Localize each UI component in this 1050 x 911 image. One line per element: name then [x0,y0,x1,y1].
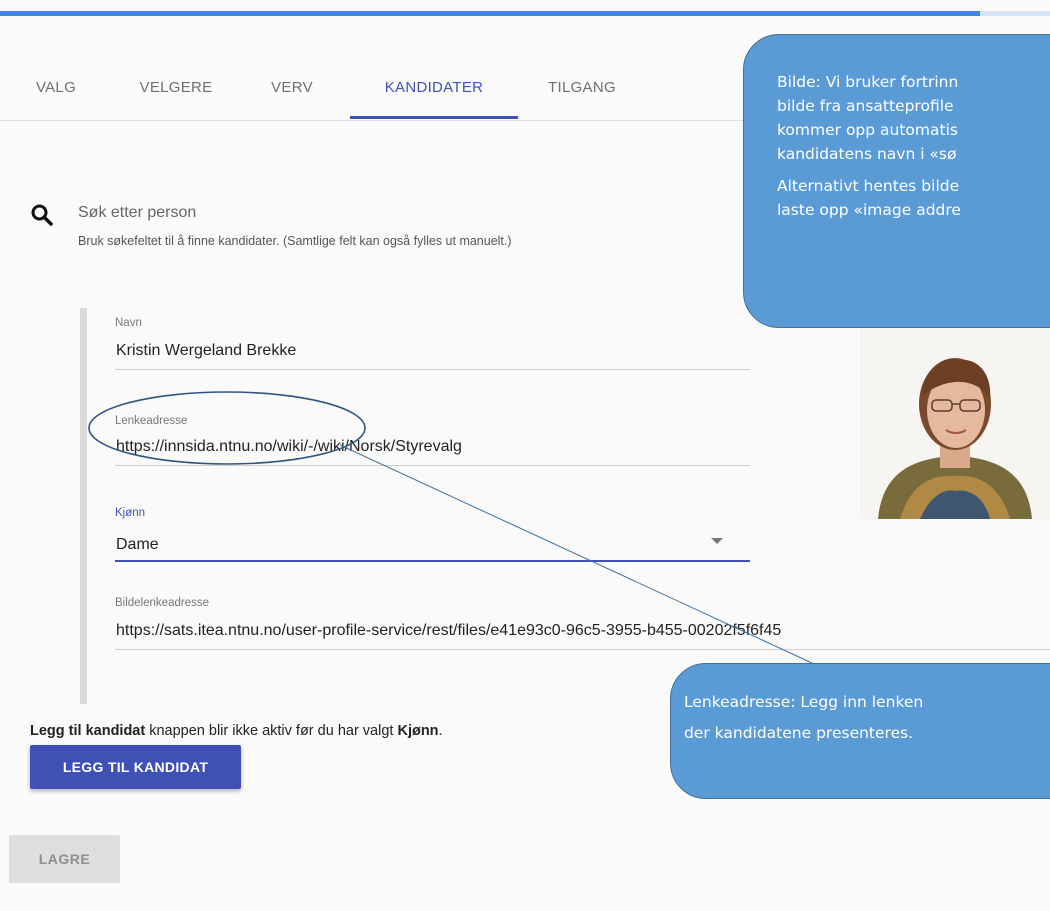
search-input[interactable] [78,200,728,226]
tab-verv[interactable]: VERV [240,66,344,120]
bilde-underline [115,649,1050,650]
info-bold-kjonn: Kjønn [397,723,439,739]
info-period: . [438,723,443,739]
progress-fill [0,11,980,16]
callout-photo-tip: Bilde: Vi bruker fortrinn bilde fra ansa… [743,34,1050,328]
form-divider [80,308,87,704]
callout-top-line-2: bilde fra ansatteprofile [777,97,954,115]
info-middle: knappen blir ikke aktiv før du har valgt [145,723,398,739]
kjonn-label: Kjønn [115,507,146,519]
active-tab-indicator [350,116,518,119]
lenke-field[interactable]: https://innsida.ntnu.no/wiki/-/wiki/Nors… [116,438,462,456]
tab-valg[interactable]: VALG [0,66,112,120]
search-icon[interactable] [30,203,54,227]
tab-tilgang[interactable]: TILGANG [518,66,646,120]
bilde-label: Bildelenkeadresse [115,597,209,609]
add-candidate-button[interactable]: LEGG TIL KANDIDAT [30,745,241,789]
bilde-field[interactable]: https://sats.itea.ntnu.no/user-profile-s… [116,622,781,640]
callout-top-line-1: Bilde: Vi bruker fortrinn [777,73,959,91]
lenke-label: Lenkeadresse [115,415,188,427]
navn-label: Navn [115,317,142,329]
callout-top-line-6: laste opp «image addre [777,201,961,219]
navn-field[interactable]: Kristin Wergeland Brekke [116,342,296,360]
navn-underline [115,369,750,370]
lenke-underline [115,465,750,466]
save-button[interactable]: LAGRE [9,835,120,883]
candidate-photo [860,326,1050,519]
tab-kandidater[interactable]: KANDIDATER [350,66,518,120]
info-bold-add: Legg til kandidat [30,723,146,739]
callout-top-line-4: kandidatens navn i «sø [777,145,957,163]
callout-bottom-line-1: Lenkeadresse: Legg inn lenken [684,693,924,711]
search-hint: Bruk søkefeltet til å finne kandidater. … [78,234,512,248]
tab-velgere[interactable]: VELGERE [112,66,240,120]
info-text: Legg til kandidat knappen blir ikke akti… [30,723,443,739]
progress-bar [0,11,1050,16]
kjonn-select[interactable]: Dame [116,536,159,554]
kjonn-underline [115,560,750,562]
callout-link-tip: Lenkeadresse: Legg inn lenken der kandid… [670,663,1050,799]
callout-bottom-line-2: der kandidatene presenteres. [684,724,914,742]
chevron-down-icon[interactable] [711,538,723,544]
callout-top-line-5: Alternativt hentes bilde [777,177,960,195]
callout-top-line-3: kommer opp automatis [777,121,958,139]
